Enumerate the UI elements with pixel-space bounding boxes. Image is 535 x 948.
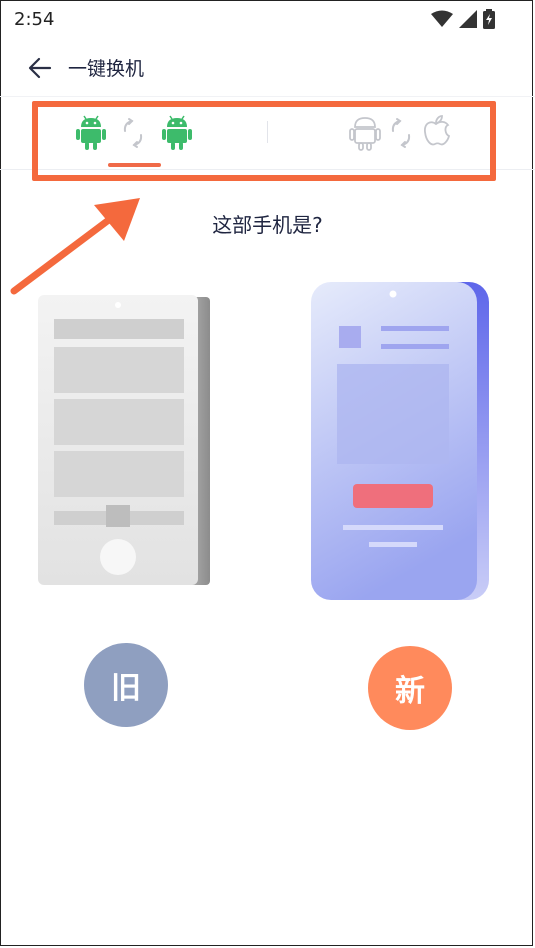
new-phone-option[interactable] [311, 282, 489, 600]
toolbar: 一键换机 [0, 40, 535, 96]
status-icons [431, 9, 495, 29]
question-text: 这部手机是? [212, 213, 323, 237]
old-badge-label: 旧 [111, 671, 141, 706]
battery-charging-icon [483, 9, 495, 29]
status-bar: 2:54 [0, 0, 535, 40]
highlight-annotation-box [32, 101, 496, 181]
signal-icon [459, 10, 477, 28]
new-phone-badge[interactable]: 新 [368, 646, 452, 730]
old-phone-option[interactable] [38, 295, 210, 585]
wifi-icon [431, 10, 453, 27]
old-phone-badge[interactable]: 旧 [84, 643, 168, 727]
page-title: 一键换机 [68, 58, 145, 80]
new-phone-illustration [311, 282, 489, 600]
arrow-left-icon [28, 57, 52, 79]
old-phone-illustration [38, 295, 210, 585]
new-badge-label: 新 [395, 674, 425, 709]
status-time: 2:54 [14, 9, 55, 30]
back-button[interactable] [22, 52, 58, 84]
